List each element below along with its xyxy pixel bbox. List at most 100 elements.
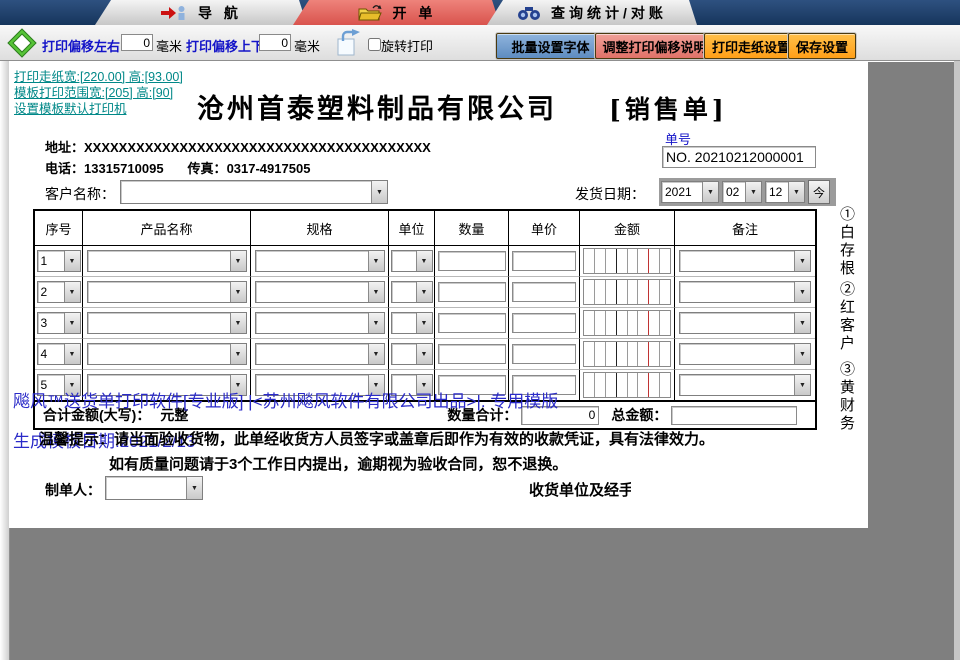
dropdown-arrow-icon[interactable]	[368, 313, 384, 333]
dropdown-arrow-icon[interactable]	[230, 313, 246, 333]
spec-select[interactable]	[255, 250, 385, 272]
dropdown-arrow-icon[interactable]	[794, 375, 810, 395]
default-printer-link[interactable]: 设置模板默认打印机	[14, 101, 183, 117]
offset-tb-input[interactable]	[259, 34, 291, 51]
remark-select[interactable]	[679, 343, 811, 365]
qty-input[interactable]	[438, 313, 506, 333]
dropdown-arrow-icon[interactable]	[230, 344, 246, 364]
dropdown-arrow-icon[interactable]	[702, 182, 718, 202]
maker-select[interactable]	[105, 476, 203, 500]
rotate-print-checkbox[interactable]	[368, 38, 381, 51]
spec-select[interactable]	[255, 343, 385, 365]
date-year-value: 2021	[662, 185, 702, 199]
dropdown-arrow-icon[interactable]	[368, 251, 384, 271]
price-input[interactable]	[512, 251, 576, 271]
save-settings-button[interactable]: 保存设置	[788, 33, 856, 59]
remark-select[interactable]	[679, 250, 811, 272]
order-no-input[interactable]	[662, 146, 816, 168]
price-input[interactable]	[512, 282, 576, 302]
rotate-print-label: 旋转打印	[381, 36, 433, 55]
dropdown-arrow-icon[interactable]	[416, 313, 432, 333]
qty-input[interactable]	[438, 344, 506, 364]
dropdown-arrow-icon[interactable]	[64, 313, 80, 333]
dropdown-arrow-icon[interactable]	[416, 251, 432, 271]
dropdown-arrow-icon[interactable]	[416, 282, 432, 302]
dropdown-arrow-icon[interactable]	[745, 182, 761, 202]
notice-line-2: 如有质量问题请于3个工作日内提出，逾期视为验收合同，恕不退换。	[109, 453, 567, 474]
dropdown-arrow-icon[interactable]	[416, 344, 432, 364]
dropdown-arrow-icon[interactable]	[230, 251, 246, 271]
date-year-select[interactable]: 2021	[661, 181, 719, 203]
amount-digit-grid[interactable]	[583, 279, 671, 305]
remark-select[interactable]	[679, 374, 811, 396]
row-no-select[interactable]: 4	[37, 343, 81, 365]
date-day-select[interactable]: 12	[765, 181, 805, 203]
amount-digit-grid[interactable]	[583, 341, 671, 367]
date-day-value: 12	[766, 185, 788, 199]
template-range-link[interactable]: 模板打印范围宽:[205] 高:[90]	[14, 85, 183, 101]
price-input[interactable]	[512, 313, 576, 333]
qty-input[interactable]	[438, 282, 506, 302]
dropdown-arrow-icon[interactable]	[230, 282, 246, 302]
product-select[interactable]	[87, 250, 247, 272]
batch-font-button[interactable]: 批量设置字体	[496, 33, 605, 59]
date-month-select[interactable]: 02	[722, 181, 762, 203]
product-select[interactable]	[87, 343, 247, 365]
col-header: 单位	[389, 211, 435, 246]
product-select[interactable]	[87, 281, 247, 303]
row-no-select[interactable]: 1	[37, 250, 81, 272]
dropdown-arrow-icon[interactable]	[371, 181, 387, 203]
tab-query-stats-label: 查询统计/对账	[551, 3, 667, 23]
open-folder-icon	[357, 4, 383, 21]
unit-select[interactable]	[391, 312, 433, 334]
product-select[interactable]	[87, 312, 247, 334]
customer-label: 客户名称：	[45, 184, 115, 204]
unit-select[interactable]	[391, 281, 433, 303]
amount-total-input[interactable]	[671, 406, 797, 425]
paper-size-link[interactable]: 打印走纸宽:[220.00] 高:[93.00]	[14, 69, 183, 85]
dropdown-arrow-icon[interactable]	[794, 313, 810, 333]
dropdown-arrow-icon[interactable]	[64, 282, 80, 302]
price-input[interactable]	[512, 344, 576, 364]
row-no-select[interactable]: 2	[37, 281, 81, 303]
tab-billing[interactable]: 开 单	[293, 0, 500, 25]
mm-label-2: 毫米	[294, 36, 320, 55]
dropdown-arrow-icon[interactable]	[368, 282, 384, 302]
spec-select[interactable]	[255, 312, 385, 334]
dropdown-arrow-icon[interactable]	[794, 251, 810, 271]
amount-digit-grid[interactable]	[583, 372, 671, 398]
dropdown-arrow-icon[interactable]	[794, 344, 810, 364]
company-name: 沧州首泰塑料制品有限公司	[197, 87, 557, 126]
tab-bar: 导 航 开 单 查询统计/对账	[0, 0, 960, 26]
tab-query-stats[interactable]: 查询统计/对账	[487, 0, 697, 25]
paper-feed-settings-button[interactable]: 打印走纸设置	[704, 33, 798, 59]
offset-lr-input[interactable]	[121, 34, 153, 51]
offset-tb-label: 打印偏移上下	[186, 36, 264, 55]
unit-select[interactable]	[391, 250, 433, 272]
dropdown-arrow-icon[interactable]	[64, 251, 80, 271]
dropdown-arrow-icon[interactable]	[368, 344, 384, 364]
spec-select[interactable]	[255, 281, 385, 303]
today-button[interactable]: 今	[808, 180, 830, 204]
col-header: 规格	[251, 211, 389, 246]
qty-input[interactable]	[438, 251, 506, 271]
phone-fax-line: 电话：13315710095传真：0317-4917505	[45, 158, 310, 177]
right-splitter[interactable]	[954, 61, 960, 660]
dropdown-arrow-icon[interactable]	[186, 477, 202, 499]
row-no-select[interactable]: 3	[37, 312, 81, 334]
amount-digit-grid[interactable]	[583, 248, 671, 274]
dropdown-arrow-icon[interactable]	[794, 282, 810, 302]
col-header: 数量	[435, 211, 509, 246]
tab-navigation[interactable]: 导 航	[95, 0, 307, 25]
adjust-offset-help-button[interactable]: 调整打印偏移说明	[595, 33, 714, 59]
remark-select[interactable]	[679, 312, 811, 334]
unit-select[interactable]	[391, 343, 433, 365]
dropdown-arrow-icon[interactable]	[788, 182, 804, 202]
row-no-value: 2	[38, 285, 64, 299]
dropdown-arrow-icon[interactable]	[64, 344, 80, 364]
amount-digit-grid[interactable]	[583, 310, 671, 336]
software-watermark: 飚风™送货单打印软件[专业版] |<苏州飚风软件有限公司出品>|. 专用模版	[13, 387, 558, 412]
remark-select[interactable]	[679, 281, 811, 303]
rotate-print-icon	[334, 29, 362, 57]
customer-select[interactable]	[120, 180, 388, 204]
